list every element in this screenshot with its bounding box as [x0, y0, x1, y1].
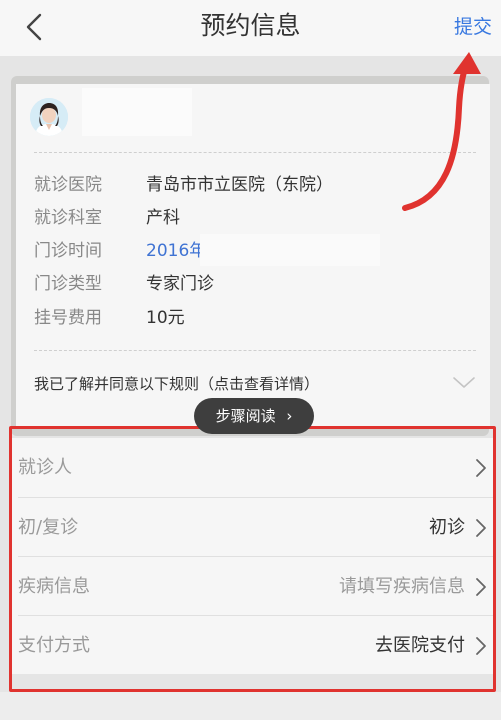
- hospital-value: 青岛市市立医院（东院）: [146, 175, 333, 195]
- time-label: 门诊时间: [34, 241, 102, 261]
- doctor-name-redacted: [82, 88, 192, 136]
- chevron-right-icon: [476, 459, 486, 477]
- list-item-visit-type[interactable]: 初/复诊 初诊: [12, 498, 493, 557]
- doctor-avatar-icon: [30, 98, 68, 136]
- list-item-disease-info[interactable]: 疾病信息 请填写疾病信息: [12, 557, 493, 616]
- disease-info-label: 疾病信息: [18, 576, 90, 597]
- type-value: 专家门诊: [146, 274, 214, 294]
- date-redacted: [200, 234, 380, 266]
- chevron-right-icon: [476, 637, 486, 655]
- chevron-right-icon: ›: [286, 407, 293, 425]
- patient-label: 就诊人: [18, 457, 72, 478]
- type-label: 门诊类型: [34, 274, 102, 294]
- rules-agreement[interactable]: 我已了解并同意以下规则（点击查看详情）: [34, 369, 476, 399]
- rules-text: 我已了解并同意以下规则（点击查看详情）: [34, 375, 320, 393]
- department-value: 产科: [146, 208, 180, 228]
- doctor-avatar: [30, 98, 68, 136]
- visit-type-label: 初/复诊: [18, 517, 79, 538]
- fee-label: 挂号费用: [34, 308, 102, 328]
- disease-info-placeholder: 请填写疾病信息: [339, 576, 465, 597]
- step-reading-button[interactable]: 步骤阅读 ›: [194, 398, 314, 434]
- chevron-right-icon: [476, 578, 486, 596]
- hospital-label: 就诊医院: [34, 175, 102, 195]
- divider: [34, 350, 476, 351]
- step-reading-label: 步骤阅读: [215, 407, 276, 425]
- list-item-patient[interactable]: 就诊人: [12, 438, 493, 497]
- page-title: 预约信息: [200, 11, 301, 40]
- annotation-arrow-icon: [402, 52, 481, 211]
- bottom-area: [0, 692, 501, 720]
- visit-type-value: 初诊: [429, 517, 465, 538]
- appointment-options-list: 就诊人 初/复诊 初诊 疾病信息 请填写疾病信息 支付方式 去医院支付: [12, 438, 493, 674]
- list-item-payment-method[interactable]: 支付方式 去医院支付: [12, 616, 493, 675]
- department-label: 就诊科室: [34, 208, 102, 228]
- chevron-down-icon: [453, 377, 475, 388]
- time-value: 2016年: [146, 241, 207, 261]
- payment-method-label: 支付方式: [18, 635, 90, 656]
- fee-value: 10元: [146, 308, 185, 328]
- chevron-right-icon: [476, 519, 486, 537]
- submit-button[interactable]: 提交: [454, 12, 492, 42]
- payment-method-value: 去医院支付: [375, 635, 465, 656]
